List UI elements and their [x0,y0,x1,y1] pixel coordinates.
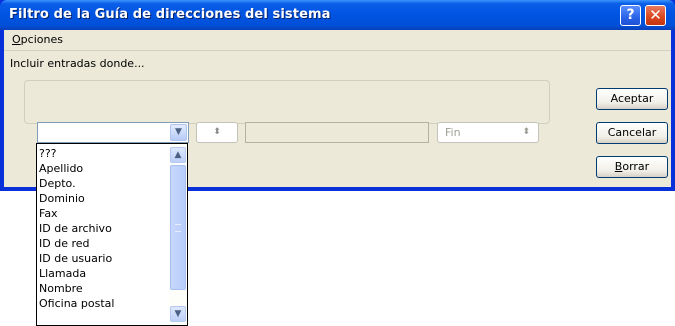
up-down-arrows-icon: ⬍ [522,127,530,137]
accept-button[interactable]: Aceptar [596,88,668,110]
menu-bar: Opciones [4,30,671,51]
list-item[interactable]: Fax [37,206,167,221]
menu-options[interactable]: Opciones [12,33,63,46]
scrollbar-thumb[interactable] [170,165,186,290]
clear-button-label: orrar [622,160,650,173]
search-value-input[interactable] [245,122,429,143]
window-title: Filtro de la Guía de direcciones del sis… [9,7,331,22]
list-item[interactable]: Depto. [37,176,167,191]
list-scrollbar[interactable]: ▲ ▼ [169,144,187,325]
list-item[interactable]: ID de archivo [37,221,167,236]
list-item[interactable]: Dominio [37,191,167,206]
end-dropdown[interactable]: Fin ⬍ [437,122,539,143]
field-dropdown[interactable]: ▼ [37,122,189,143]
list-item[interactable]: Apellido [37,161,167,176]
close-button[interactable]: ✕ [645,5,666,26]
filter-group-label: Incluir entradas donde... [10,57,145,70]
list-item[interactable]: ID de red [37,236,167,251]
title-bar[interactable]: Filtro de la Guía de direcciones del sis… [0,0,675,30]
menu-options-label: pciones [20,33,63,46]
list-item[interactable]: Oficina postal [37,296,167,311]
close-icon: ✕ [649,6,662,24]
help-button[interactable]: ? [620,5,641,26]
up-down-arrows-icon: ⬍ [213,127,221,137]
chevron-down-icon[interactable]: ▼ [170,124,187,141]
help-icon: ? [626,7,635,23]
chevron-up-icon[interactable]: ▲ [170,147,186,163]
list-item[interactable]: ID de usuario [37,251,167,266]
end-dropdown-value: Fin [445,126,461,139]
condition-spinner[interactable]: ⬍ [196,122,238,143]
list-item[interactable]: ??? [37,146,167,161]
clear-button[interactable]: Borrar [596,156,668,178]
list-item[interactable]: Nombre [37,281,167,296]
menu-options-mnemonic: O [12,33,21,46]
filter-group-box [24,80,550,124]
field-dropdown-list[interactable]: ??? Apellido Depto. Dominio Fax ID de ar… [36,143,188,326]
grip-icon [175,224,181,232]
cancel-button[interactable]: Cancelar [596,122,668,144]
list-item[interactable]: Llamada [37,266,167,281]
field-list-items: ??? Apellido Depto. Dominio Fax ID de ar… [37,146,167,311]
chevron-down-icon[interactable]: ▼ [170,306,186,322]
